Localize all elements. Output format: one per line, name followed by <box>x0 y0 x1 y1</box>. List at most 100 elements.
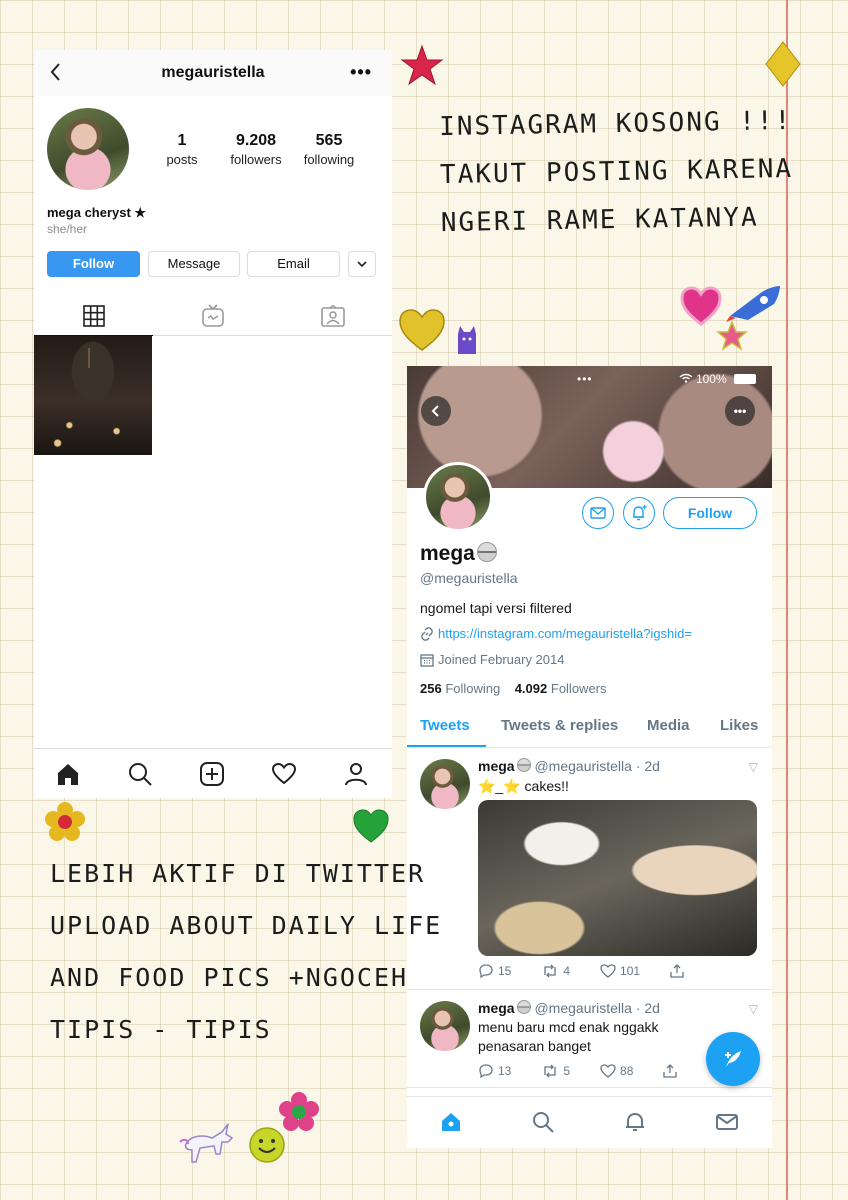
following-label: Following <box>445 681 501 696</box>
home-icon[interactable] <box>439 1110 463 1134</box>
like-count: 88 <box>620 1064 634 1078</box>
share-button[interactable] <box>670 964 684 978</box>
reply-icon <box>479 964 493 978</box>
following-link[interactable]: 256 Following <box>420 681 500 696</box>
tweet-meta: @megauristella · 2d <box>534 1000 660 1016</box>
avatar[interactable] <box>47 108 129 190</box>
messages-icon[interactable] <box>715 1110 739 1134</box>
photo-detail <box>88 348 90 368</box>
profile-handle: @megauristella <box>420 570 518 586</box>
profile-joined: Joined February 2014 <box>420 652 564 667</box>
add-icon[interactable] <box>199 761 225 787</box>
notifications-icon[interactable] <box>623 1110 647 1134</box>
profile-tabs <box>34 296 392 336</box>
reply-button[interactable]: 13 <box>478 1064 511 1078</box>
caption-top-line-3: ngeri rame katanya <box>440 202 759 239</box>
profile-icon[interactable] <box>343 761 369 787</box>
avatar[interactable] <box>423 462 493 532</box>
link-icon <box>421 626 433 641</box>
compose-tweet-button[interactable] <box>706 1032 760 1086</box>
display-name: mega cheryst ★ <box>47 205 147 220</box>
caption-bottom-line-3: and food pics +ngoceh <box>50 963 409 992</box>
notifications-button[interactable] <box>623 497 655 529</box>
tweet-text: menu baru mcd enak nggakk penasaran bang… <box>478 1019 659 1054</box>
message-button[interactable]: Message <box>148 251 240 277</box>
retweet-count: 5 <box>563 1064 571 1078</box>
reply-icon <box>479 1064 493 1078</box>
more-options-icon[interactable]: ••• <box>350 62 372 83</box>
reply-button[interactable]: 15 <box>478 964 511 978</box>
reply-count: 15 <box>498 964 512 978</box>
red-star-sticker-icon <box>400 44 444 86</box>
name-emoji-icon <box>476 542 497 562</box>
tab-tweets-replies[interactable]: Tweets & replies <box>501 717 618 734</box>
pronouns: she/her <box>47 222 88 236</box>
tab-media[interactable]: Media <box>647 717 690 734</box>
stat-posts-count: 1 <box>177 132 187 149</box>
tweet-author-name: mega <box>478 758 515 774</box>
stat-followers-count: 9.208 <box>235 132 277 149</box>
bell-plus-icon <box>633 505 647 521</box>
tweet[interactable]: mega @megauristella · 2d ▽ ⭐️_⭐️ cakes!!… <box>407 748 772 990</box>
retweet-button[interactable]: 4 <box>541 964 570 978</box>
tab-likes[interactable]: Likes <box>720 717 758 734</box>
chevron-down-icon[interactable]: ▽ <box>749 1002 758 1016</box>
tab-tweets[interactable]: Tweets <box>420 717 470 734</box>
tagged-icon <box>320 305 345 327</box>
igtv-icon <box>201 304 224 327</box>
cat-sticker-icon <box>458 326 476 354</box>
profile-username: megauristella <box>161 64 265 81</box>
tweet-avatar[interactable] <box>420 759 470 809</box>
calendar-icon <box>420 653 434 667</box>
suggestions-dropdown-button[interactable] <box>348 251 376 277</box>
tab-igtv[interactable] <box>153 296 272 336</box>
more-options-button[interactable]: ••• <box>725 396 755 426</box>
stat-followers[interactable]: 9.208 followers <box>224 132 288 167</box>
unicorn-sticker-icon <box>179 1123 234 1163</box>
tweet-header: mega @megauristella · 2d <box>478 1000 660 1016</box>
wifi-icon <box>679 372 696 386</box>
profile-link-text[interactable]: https://instagram.com/megauristella?igsh… <box>438 626 692 641</box>
small-star-sticker-icon <box>716 320 748 351</box>
profile-tabs: Tweets Tweets & replies Media Likes <box>407 708 772 748</box>
stat-following[interactable]: 565 following <box>298 132 360 167</box>
profile-bio: ngomel tapi versi filtered <box>420 600 572 616</box>
stat-following-label: following <box>303 152 355 167</box>
share-button[interactable] <box>663 1064 678 1078</box>
envelope-icon <box>590 507 606 519</box>
chevron-left-icon <box>431 405 439 417</box>
chevron-down-icon <box>357 261 367 268</box>
like-button[interactable]: 101 <box>600 964 640 978</box>
stat-following-count: 565 <box>315 132 343 149</box>
search-icon[interactable] <box>531 1110 555 1134</box>
home-icon[interactable] <box>55 761 81 787</box>
tweet-media-image[interactable] <box>478 800 757 956</box>
status-bar: 100% <box>679 372 756 386</box>
caption-bottom-line-1: lebih aktif di twitter <box>50 859 426 888</box>
followers-link[interactable]: 4.092 Followers <box>515 681 607 696</box>
share-icon <box>663 1064 678 1078</box>
chevron-down-icon[interactable]: ▽ <box>749 760 758 774</box>
heart-icon <box>600 1064 616 1078</box>
stat-posts[interactable]: 1 posts <box>162 132 202 167</box>
retweet-icon <box>544 964 557 978</box>
profile-link[interactable]: https://instagram.com/megauristella?igsh… <box>420 626 692 641</box>
share-icon <box>670 964 684 978</box>
retweet-button[interactable]: 5 <box>541 1064 570 1078</box>
heart-icon[interactable] <box>271 761 297 787</box>
search-icon[interactable] <box>127 761 153 787</box>
like-button[interactable]: 88 <box>600 1064 633 1078</box>
status-dots: ••• <box>577 372 593 386</box>
tab-grid[interactable] <box>34 296 153 336</box>
tab-tagged[interactable] <box>273 296 392 336</box>
post-thumbnail[interactable] <box>34 336 152 455</box>
email-button[interactable]: Email <box>247 251 340 277</box>
instagram-header: megauristella ••• <box>34 50 392 96</box>
instagram-profile-screen: megauristella ••• 1 posts 9.208 follower… <box>34 50 392 798</box>
follow-button[interactable]: Follow <box>663 497 757 529</box>
reply-count: 13 <box>498 1064 512 1078</box>
back-button[interactable] <box>421 396 451 426</box>
follow-button[interactable]: Follow <box>47 251 140 277</box>
stat-posts-label: posts <box>166 152 198 167</box>
message-button[interactable] <box>582 497 614 529</box>
